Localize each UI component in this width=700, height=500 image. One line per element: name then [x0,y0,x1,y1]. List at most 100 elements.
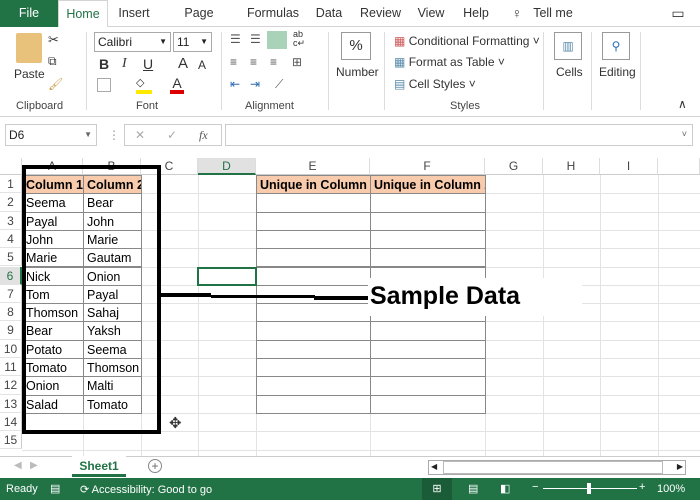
fill-color-icon[interactable]: ◇ [136,76,152,94]
increase-indent-icon[interactable]: ⇥ [250,77,260,91]
comments-icon[interactable]: ▭ [668,0,688,27]
row-header-13[interactable]: 13 [0,394,22,413]
unique-result-cell[interactable] [370,211,486,231]
tab-page-layout[interactable]: Page Layout [165,0,233,47]
collapse-ribbon-icon[interactable]: ∧ [678,97,687,111]
normal-view-icon[interactable]: ⊞ [422,478,452,500]
row-header-7[interactable]: 7 [0,284,22,304]
unique-result-cell[interactable] [256,321,371,341]
unique-result-cell[interactable] [256,266,371,286]
formula-input[interactable]: ˅ [225,124,693,146]
row-header-14[interactable]: 14 [0,412,22,432]
row-header-6[interactable]: 6 [0,266,22,285]
align-left-icon[interactable]: ≡ [230,55,237,69]
zoom-in-button[interactable]: + [639,481,645,493]
unique-result-cell[interactable] [256,394,371,414]
row-header-2[interactable]: 2 [0,193,22,212]
search-icon[interactable]: ⚲ [602,32,630,60]
unique-header-cell[interactable]: Unique in Column 1 [256,175,371,195]
column-header-h[interactable]: H [543,158,600,175]
number-button[interactable]: Number [336,65,379,79]
row-header-11[interactable]: 11 [0,358,22,377]
prev-sheet-icon[interactable]: ◀ [14,460,22,471]
select-all-corner[interactable] [0,158,22,175]
scroll-left-icon[interactable]: ◀ [431,462,437,471]
cell-styles-button[interactable]: ▤ Cell Styles ˅ [394,77,476,91]
scroll-thumb[interactable] [443,461,663,474]
font-color-icon[interactable]: A [170,75,184,94]
sheet-tab-sheet1[interactable]: Sheet1 [72,456,126,477]
horizontal-scrollbar[interactable]: ◀ ▶ [428,460,686,475]
format-painter-icon[interactable]: 🖌 [48,77,63,91]
unique-result-cell[interactable] [256,339,371,359]
borders-icon[interactable] [97,78,111,92]
column-header-e[interactable]: E [256,158,370,175]
accessibility-status[interactable]: ⟳ Accessibility: Good to go [80,483,212,496]
increase-font-icon[interactable]: A [178,55,188,72]
tab-file[interactable]: File [0,0,58,27]
row-header-3[interactable]: 3 [0,211,22,230]
page-break-view-icon[interactable]: ◧ [500,482,510,495]
unique-result-cell[interactable] [256,376,371,396]
tab-insert[interactable]: Insert [112,0,156,27]
unique-result-cell[interactable] [370,376,486,396]
unique-result-cell[interactable] [256,211,371,231]
editing-button[interactable]: Editing [599,65,636,79]
unique-result-cell[interactable] [370,248,486,268]
cancel-icon[interactable]: ✕ [135,126,145,144]
unique-header-cell[interactable]: Unique in Column 2 [370,175,486,195]
align-middle-icon[interactable]: ☰ [250,32,261,46]
zoom-level[interactable]: 100% [657,483,685,495]
column-header-j[interactable] [658,158,700,175]
tab-help[interactable]: Help [462,0,490,27]
enter-icon[interactable]: ✓ [167,126,177,144]
row-header-10[interactable]: 10 [0,339,22,358]
column-header-d[interactable]: D [198,158,256,175]
paste-button[interactable]: Paste [14,67,45,81]
row-header-15[interactable]: 15 [0,431,22,450]
row-header-8[interactable]: 8 [0,303,22,322]
italic-button[interactable]: I [122,56,127,72]
align-right-icon[interactable]: ≡ [270,55,277,69]
zoom-out-button[interactable]: − [532,481,538,493]
row-header-12[interactable]: 12 [0,376,22,395]
align-top-icon[interactable]: ☰ [230,32,241,46]
unique-result-cell[interactable] [256,229,371,250]
row-header-5[interactable]: 5 [0,248,22,267]
unique-result-cell[interactable] [256,248,371,268]
tab-formulas[interactable]: Formulas [246,0,300,27]
scroll-right-icon[interactable]: ▶ [677,462,683,471]
unique-result-cell[interactable] [256,358,371,378]
row-header-9[interactable]: 9 [0,321,22,340]
paste-icon[interactable] [16,33,42,63]
decrease-font-icon[interactable]: A [198,58,206,72]
tab-data[interactable]: Data [312,0,346,27]
tab-home[interactable]: Home [58,0,108,28]
insert-function-icon[interactable]: fx [199,126,208,144]
column-header-i[interactable]: I [600,158,658,175]
copy-icon[interactable]: ⧉ [48,54,57,69]
row-header-4[interactable]: 4 [0,229,22,249]
tab-view[interactable]: View [416,0,446,27]
unique-result-cell[interactable] [256,193,371,213]
name-box[interactable]: D6 ▼ [5,124,97,146]
unique-result-cell[interactable] [370,394,486,414]
unique-result-cell[interactable] [370,358,486,378]
column-header-g[interactable]: G [485,158,543,175]
orientation-icon[interactable]: ⟋ [275,77,283,92]
tell-me-search[interactable]: Tell me [533,0,573,27]
page-layout-view-icon[interactable]: ▤ [468,482,478,495]
wrap-text-icon[interactable]: ab c↵ [293,30,305,48]
zoom-slider-thumb[interactable] [587,483,591,494]
unique-result-cell[interactable] [370,229,486,250]
bold-button[interactable]: B [99,56,109,72]
conditional-formatting-button[interactable]: ▦ Conditional Formatting ˅ [394,34,540,48]
row-header-1[interactable]: 1 [0,175,22,194]
cells-icon[interactable]: ▥ [554,32,582,60]
format-as-table-button[interactable]: ▦ Format as Table ˅ [394,55,505,69]
tab-review[interactable]: Review [360,0,401,27]
unique-result-cell[interactable] [370,193,486,213]
unique-result-cell[interactable] [256,303,371,323]
next-sheet-icon[interactable]: ▶ [30,460,38,471]
merge-center-icon[interactable]: ⊞ [292,55,302,69]
